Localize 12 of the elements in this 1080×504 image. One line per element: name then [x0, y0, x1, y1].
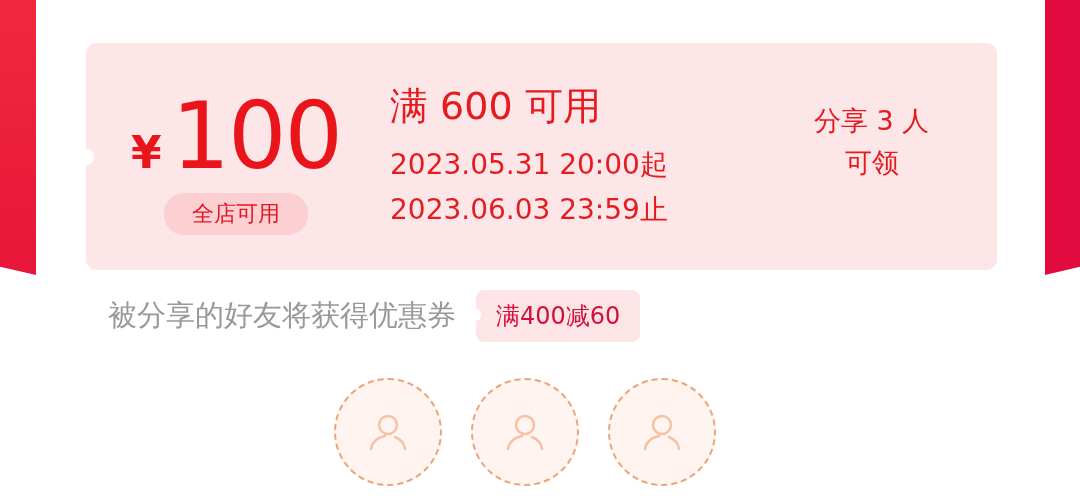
scope-label: 全店可用: [164, 192, 308, 235]
currency-symbol: ¥: [130, 126, 162, 178]
coupon-amount: 100: [171, 86, 342, 187]
person-icon: [368, 413, 408, 451]
start-time: 2023.05.31 20:00起: [390, 147, 669, 183]
claim-condition: 可领: [844, 145, 899, 180]
claim-condition: 分享 3 人: [813, 103, 930, 138]
end-time: 2023.06.03 23:59止: [390, 192, 669, 228]
reward-text: 被分享的好友将获得优惠券: [108, 297, 456, 334]
threshold-text: 满 600 可用: [390, 83, 602, 130]
person-icon: [505, 413, 545, 451]
person-icon: [642, 413, 682, 451]
